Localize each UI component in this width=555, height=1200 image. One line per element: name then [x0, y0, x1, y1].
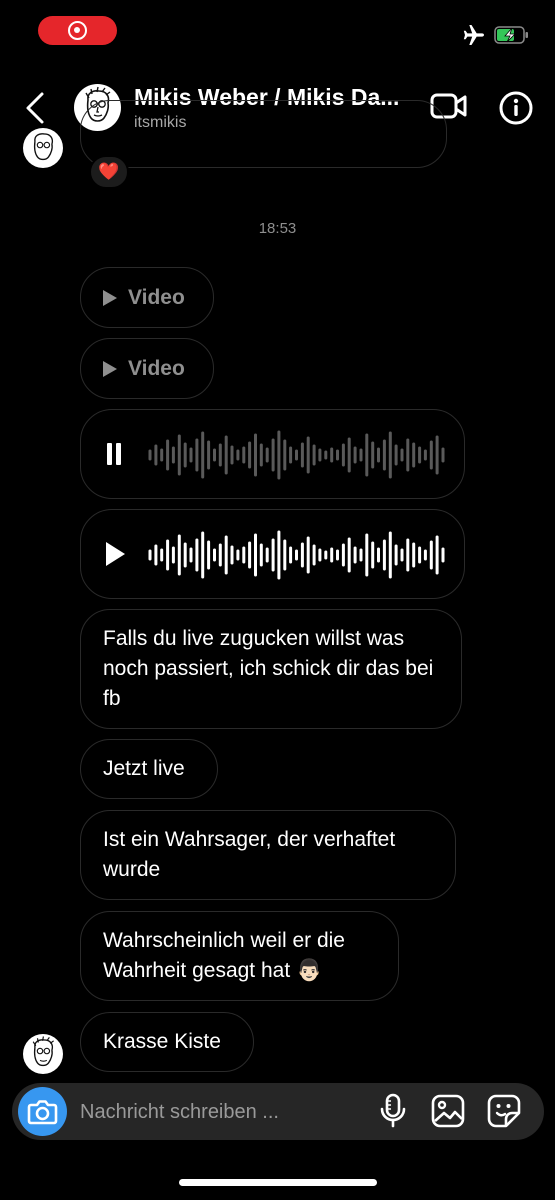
- message-bubble[interactable]: Falls du live zugucken willst was noch p…: [80, 609, 462, 729]
- voice-waveform[interactable]: [148, 430, 445, 480]
- microphone-icon[interactable]: [378, 1093, 408, 1129]
- message-bubble-partial[interactable]: [80, 100, 447, 168]
- play-icon[interactable]: [106, 542, 125, 566]
- video-message[interactable]: Video: [80, 267, 214, 328]
- message-timestamp: 18:53: [258, 220, 297, 237]
- heart-reaction[interactable]: ❤️: [89, 155, 129, 189]
- message-bubble[interactable]: Ist ein Wahrsager, der verhaftet wurde: [80, 810, 456, 900]
- airplane-icon: [463, 25, 484, 45]
- avatar-sketch-icon: [32, 1036, 54, 1067]
- play-icon: [103, 360, 117, 377]
- sender-avatar[interactable]: [23, 128, 63, 168]
- back-button[interactable]: [18, 88, 54, 128]
- play-icon: [103, 289, 117, 306]
- video-message[interactable]: Video: [80, 338, 214, 399]
- battery-charging-icon: [494, 26, 528, 44]
- home-indicator[interactable]: [179, 1179, 377, 1186]
- pause-icon[interactable]: [107, 443, 112, 465]
- avatar-sketch-icon: [33, 133, 54, 161]
- message-composer: [12, 1083, 544, 1140]
- info-icon[interactable]: [498, 90, 534, 126]
- message-input[interactable]: [80, 1097, 370, 1127]
- camera-button[interactable]: [18, 1087, 67, 1136]
- voice-message[interactable]: [80, 409, 465, 499]
- message-bubble[interactable]: Krasse Kiste: [80, 1012, 254, 1072]
- voice-waveform[interactable]: [148, 530, 445, 580]
- sticker-icon[interactable]: [486, 1093, 522, 1129]
- camera-icon: [27, 1100, 58, 1125]
- video-label: Video: [128, 356, 185, 380]
- voice-message[interactable]: [80, 509, 465, 599]
- message-bubble[interactable]: Jetzt live: [80, 739, 218, 799]
- record-icon: [68, 21, 87, 40]
- image-icon[interactable]: [430, 1093, 466, 1129]
- message-bubble[interactable]: Wahrscheinlich weil er die Wahrheit gesa…: [80, 911, 399, 1001]
- sender-avatar[interactable]: [23, 1034, 63, 1074]
- screen-recording-indicator[interactable]: [38, 16, 117, 45]
- video-label: Video: [128, 285, 185, 309]
